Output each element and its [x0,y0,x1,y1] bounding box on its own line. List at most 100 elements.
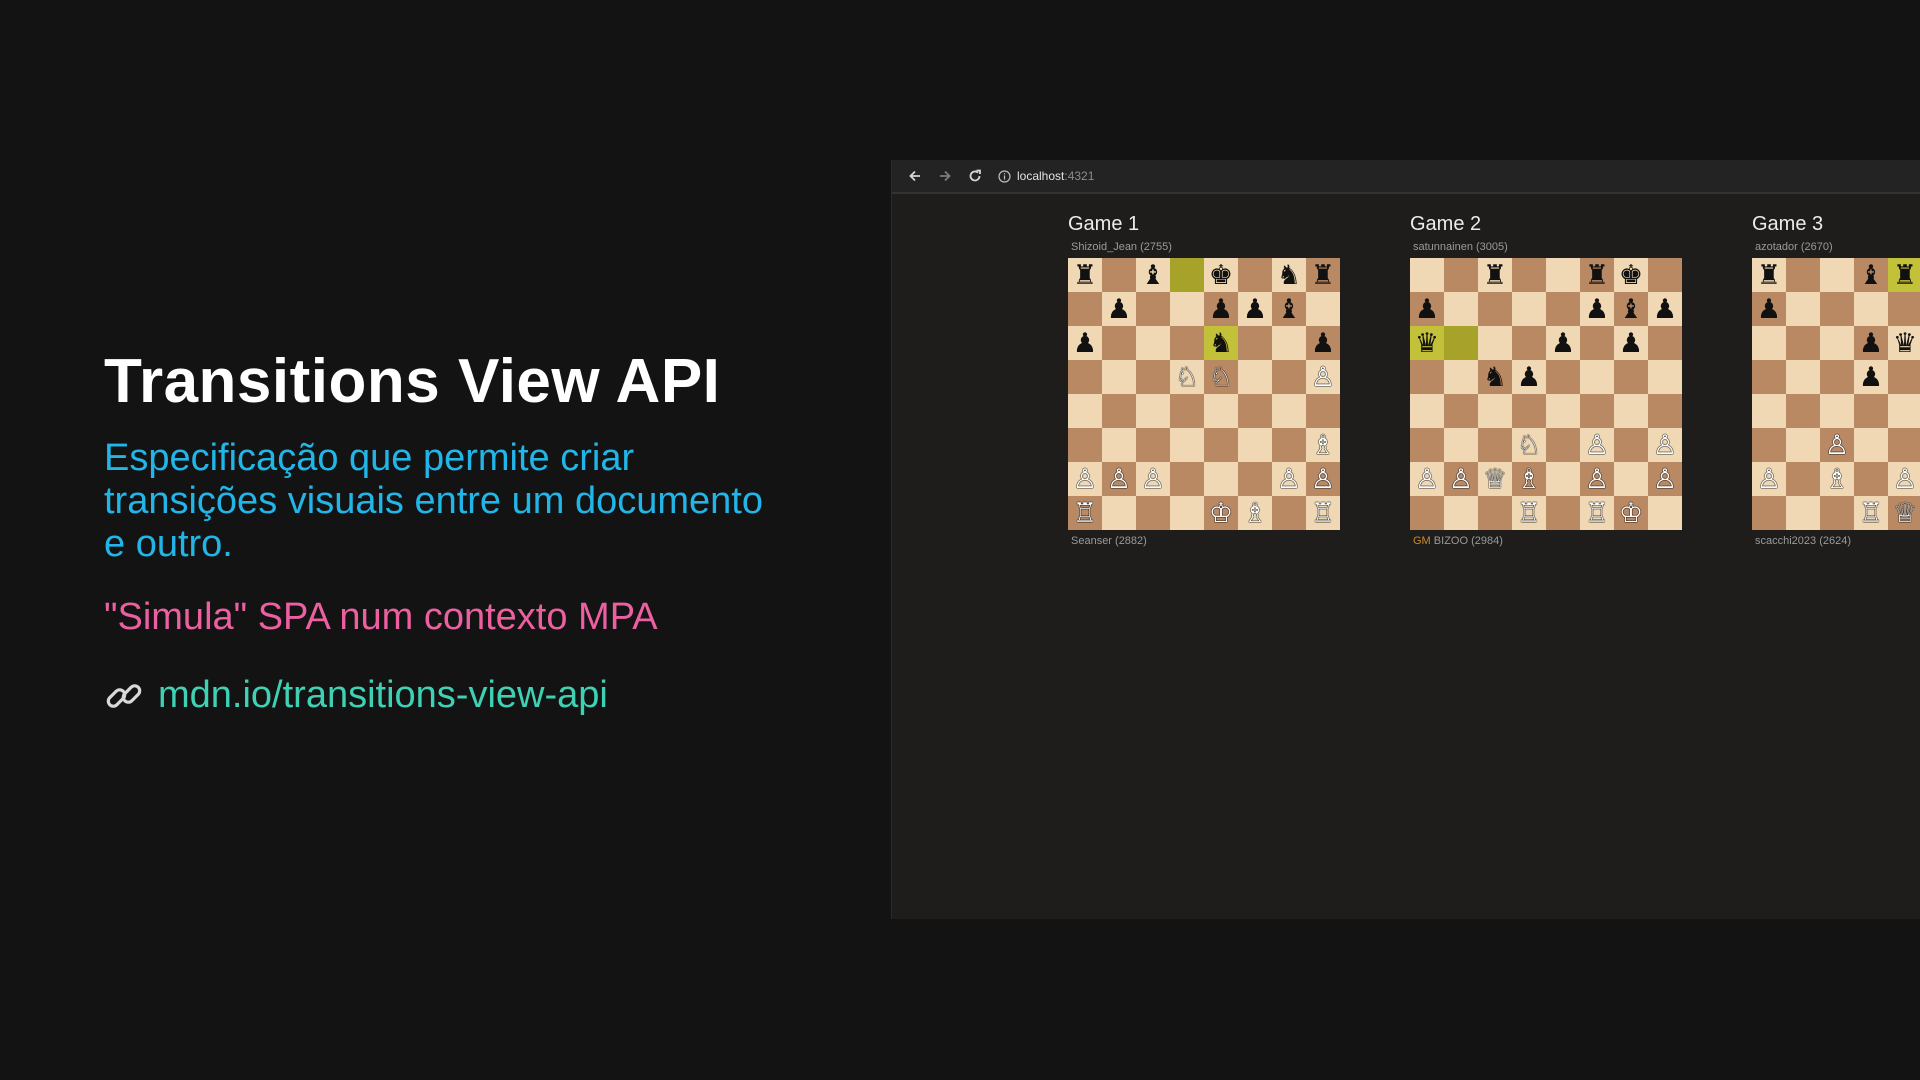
board-square[interactable] [1410,428,1444,462]
board-square[interactable] [1546,462,1580,496]
board-square[interactable] [1478,428,1512,462]
board-square[interactable] [1888,394,1920,428]
black-rook-piece[interactable]: ♜ [1580,258,1614,292]
board-square[interactable] [1614,360,1648,394]
board-square[interactable] [1580,394,1614,428]
board-square[interactable] [1614,394,1648,428]
address-bar[interactable]: localhost:4321 [998,169,1094,183]
board-square[interactable] [1820,360,1854,394]
white-pawn-piece[interactable]: ♙ [1580,428,1614,462]
board-square[interactable] [1854,428,1888,462]
board-square[interactable] [1546,360,1580,394]
board-square[interactable] [1820,326,1854,360]
board-square[interactable] [1786,428,1820,462]
white-rook-piece[interactable]: ♖ [1512,496,1546,530]
board-square[interactable] [1648,258,1682,292]
black-knight-piece[interactable]: ♞ [1478,360,1512,394]
black-queen-piece[interactable]: ♛ [1410,326,1444,360]
white-bishop-piece[interactable]: ♗ [1306,428,1340,462]
board-square[interactable] [1272,394,1306,428]
board-square[interactable] [1546,496,1580,530]
mdn-link[interactable]: mdn.io/transitions-view-api [158,674,608,717]
white-queen-piece[interactable]: ♕ [1888,496,1920,530]
board-square[interactable] [1820,292,1854,326]
white-pawn-piece[interactable]: ♙ [1306,360,1340,394]
reload-icon[interactable] [962,163,988,189]
board-square[interactable] [1136,292,1170,326]
board-square[interactable] [1204,394,1238,428]
black-king-piece[interactable]: ♚ [1204,258,1238,292]
white-pawn-piece[interactable]: ♙ [1752,462,1786,496]
black-pawn-piece[interactable]: ♟ [1238,292,1272,326]
board-square[interactable] [1068,292,1102,326]
white-rook-piece[interactable]: ♖ [1068,496,1102,530]
board-square[interactable] [1854,292,1888,326]
board-square[interactable] [1752,428,1786,462]
board-square[interactable] [1136,496,1170,530]
white-pawn-piece[interactable]: ♙ [1410,462,1444,496]
board-square[interactable] [1238,394,1272,428]
black-pawn-piece[interactable]: ♟ [1546,326,1580,360]
board-square[interactable] [1444,360,1478,394]
board-square[interactable] [1068,360,1102,394]
board-square[interactable] [1820,258,1854,292]
board-square[interactable] [1410,394,1444,428]
black-bishop-piece[interactable]: ♝ [1854,258,1888,292]
board-square[interactable] [1648,360,1682,394]
board-square[interactable] [1786,360,1820,394]
chess-board[interactable]: ♜♝♜♟♝♟♛♟♙♙♗♙♙♖♕ [1752,258,1920,530]
white-pawn-piece[interactable]: ♙ [1102,462,1136,496]
board-square[interactable] [1272,496,1306,530]
board-square[interactable] [1102,258,1136,292]
board-square[interactable] [1170,326,1204,360]
board-square[interactable] [1170,292,1204,326]
black-knight-piece[interactable]: ♞ [1272,258,1306,292]
chess-board[interactable]: ♜ ♜ ♚ ♟ ♟ ♝ ♟ ♛ ♟ ♟ ♞ ♟ ♘ ♙ ♙ ♙ ♙ ♕ ♗ ♙ ♙ ♖ ♖ ♔ [1410,258,1682,530]
board-square[interactable] [1786,258,1820,292]
black-pawn-piece[interactable]: ♟ [1410,292,1444,326]
board-square[interactable] [1272,326,1306,360]
board-square[interactable] [1752,394,1786,428]
board-square[interactable] [1888,428,1920,462]
board-square[interactable] [1478,292,1512,326]
board-square[interactable] [1648,326,1682,360]
board-square[interactable] [1136,360,1170,394]
black-pawn-piece[interactable]: ♟ [1580,292,1614,326]
board-square[interactable] [1170,496,1204,530]
black-knight-piece[interactable]: ♞ [1204,326,1238,360]
white-knight-piece[interactable]: ♘ [1170,360,1204,394]
board-square[interactable] [1102,496,1136,530]
black-rook-piece[interactable]: ♜ [1068,258,1102,292]
board-square[interactable] [1786,462,1820,496]
board-square[interactable] [1786,496,1820,530]
board-square[interactable] [1546,394,1580,428]
black-pawn-piece[interactable]: ♟ [1068,326,1102,360]
black-pawn-piece[interactable]: ♟ [1648,292,1682,326]
board-square[interactable] [1888,292,1920,326]
board-square[interactable] [1444,326,1478,360]
board-square[interactable] [1238,326,1272,360]
board-square[interactable] [1136,428,1170,462]
white-king-piece[interactable]: ♔ [1204,496,1238,530]
board-square[interactable] [1648,496,1682,530]
board-square[interactable] [1238,360,1272,394]
white-pawn-piece[interactable]: ♙ [1580,462,1614,496]
white-knight-piece[interactable]: ♘ [1204,360,1238,394]
black-pawn-piece[interactable]: ♟ [1752,292,1786,326]
board-square[interactable] [1786,326,1820,360]
board-square[interactable] [1238,428,1272,462]
white-bishop-piece[interactable]: ♗ [1238,496,1272,530]
board-square[interactable] [1444,258,1478,292]
board-square[interactable] [1444,496,1478,530]
board-square[interactable] [1410,360,1444,394]
board-square[interactable] [1752,326,1786,360]
board-square[interactable] [1170,428,1204,462]
board-square[interactable] [1854,462,1888,496]
board-square[interactable] [1238,258,1272,292]
board-square[interactable] [1272,428,1306,462]
white-pawn-piece[interactable]: ♙ [1272,462,1306,496]
board-square[interactable] [1102,394,1136,428]
board-square[interactable] [1512,394,1546,428]
board-square[interactable] [1648,394,1682,428]
board-square[interactable] [1820,496,1854,530]
